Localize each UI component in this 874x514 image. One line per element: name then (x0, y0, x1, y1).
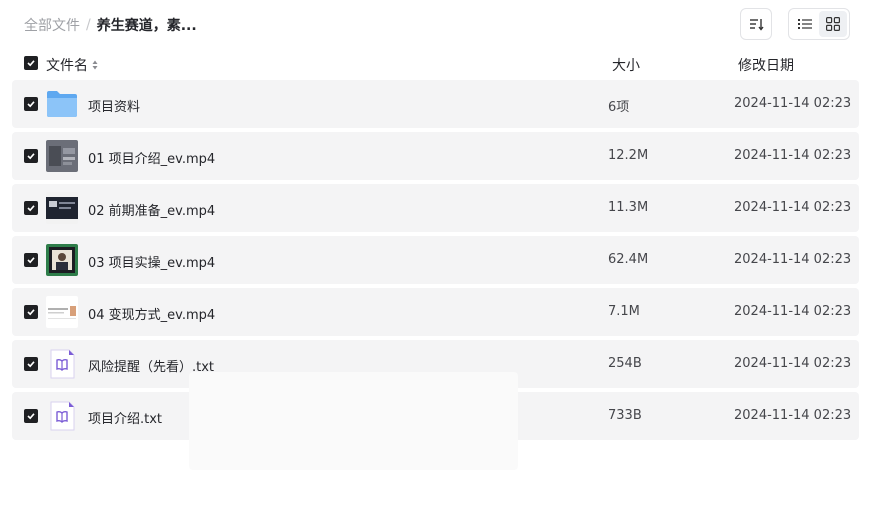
file-size: 11.3M (608, 200, 649, 215)
select-all-checkbox[interactable] (24, 56, 38, 70)
file-size: 733B (608, 408, 642, 423)
row-checkbox[interactable] (24, 409, 38, 423)
file-name: 02 前期准备_ev.mp4 (88, 204, 216, 219)
check-icon (27, 205, 35, 212)
video-thumbnail (46, 192, 78, 224)
file-size: 12.2M (608, 148, 649, 163)
row-checkbox[interactable] (24, 305, 38, 319)
file-size: 6项 (608, 100, 630, 115)
sort-caret-icon (92, 60, 98, 70)
breadcrumb-root-link[interactable]: 全部文件 (24, 15, 80, 35)
row-checkbox[interactable] (24, 149, 38, 163)
text-file-icon (46, 348, 78, 380)
file-name: 03 项目实操_ev.mp4 (88, 256, 216, 271)
folder-icon (46, 88, 78, 120)
check-icon (27, 309, 35, 316)
breadcrumb: 全部文件 / 养生赛道，素... (24, 15, 197, 35)
video-thumbnail (46, 244, 78, 276)
file-size: 254B (608, 356, 642, 371)
file-date: 2024-11-14 02:23 (734, 96, 852, 111)
file-row[interactable]: 02 前期准备_ev.mp4 11.3M 2024-11-14 02:23 (12, 184, 859, 232)
file-date: 2024-11-14 02:23 (734, 356, 852, 371)
grid-view-icon (826, 17, 840, 31)
list-view-icon (798, 19, 812, 29)
file-size: 62.4M (608, 252, 649, 267)
breadcrumb-separator: / (86, 17, 91, 33)
file-row[interactable]: 01 项目介绍_ev.mp4 12.2M 2024-11-14 02:23 (12, 132, 859, 180)
column-header-size[interactable]: 大小 (612, 55, 640, 75)
file-row[interactable]: 04 变现方式_ev.mp4 7.1M 2024-11-14 02:23 (12, 288, 859, 336)
grid-view-button[interactable] (819, 11, 847, 37)
list-view-button[interactable] (791, 11, 819, 37)
check-icon (27, 361, 35, 368)
check-icon (27, 101, 35, 108)
sort-button[interactable] (740, 8, 772, 40)
table-header: 文件名 大小 修改日期 (12, 52, 859, 76)
file-name: 04 变现方式_ev.mp4 (88, 308, 216, 323)
row-checkbox[interactable] (24, 253, 38, 267)
file-row[interactable]: 03 项目实操_ev.mp4 62.4M 2024-11-14 02:23 (12, 236, 859, 284)
file-date: 2024-11-14 02:23 (734, 148, 852, 163)
text-file-icon (46, 400, 78, 432)
file-name: 项目介绍.txt (88, 412, 163, 427)
check-icon (27, 153, 35, 160)
check-icon (27, 257, 35, 264)
row-checkbox[interactable] (24, 97, 38, 111)
view-toggle (788, 8, 850, 40)
top-bar: 全部文件 / 养生赛道，素... (0, 0, 874, 48)
check-icon (27, 60, 35, 67)
row-checkbox[interactable] (24, 357, 38, 371)
row-checkbox[interactable] (24, 201, 38, 215)
file-date: 2024-11-14 02:23 (734, 304, 852, 319)
video-thumbnail (46, 140, 78, 172)
file-size: 7.1M (608, 304, 640, 319)
file-date: 2024-11-14 02:23 (734, 252, 852, 267)
blurred-overlay (189, 372, 518, 470)
video-thumbnail (46, 296, 78, 328)
sort-icon (750, 19, 764, 31)
file-name: 01 项目介绍_ev.mp4 (88, 152, 216, 167)
column-header-date[interactable]: 修改日期 (738, 55, 794, 75)
breadcrumb-current: 养生赛道，素... (96, 18, 197, 34)
column-header-name[interactable]: 文件名 (46, 55, 98, 75)
column-name-label: 文件名 (46, 58, 88, 74)
check-icon (27, 413, 35, 420)
file-name: 项目资料 (88, 100, 141, 115)
file-date: 2024-11-14 02:23 (734, 408, 852, 423)
file-date: 2024-11-14 02:23 (734, 200, 852, 215)
file-row[interactable]: 项目资料 6项 2024-11-14 02:23 (12, 80, 859, 128)
